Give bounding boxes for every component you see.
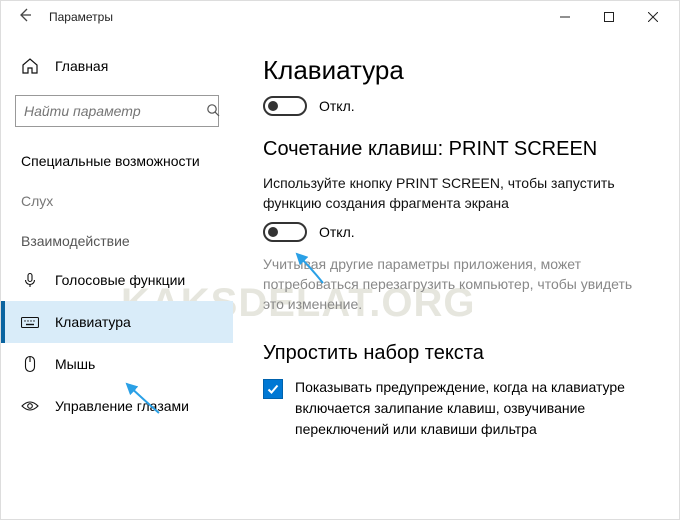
close-button[interactable] xyxy=(631,1,675,33)
checkbox-row-warning: Показывать предупреждение, когда на клав… xyxy=(263,377,649,440)
toggle-printscreen[interactable] xyxy=(263,222,307,242)
search-input[interactable] xyxy=(24,103,206,119)
sidebar-item-mouse[interactable]: Мышь xyxy=(1,343,233,385)
sidebar-item-eye-control[interactable]: Управление глазами xyxy=(1,385,233,427)
keyboard-icon xyxy=(21,313,39,331)
sidebar-item-label: Управление глазами xyxy=(55,398,189,414)
sidebar-section-accessibility: Специальные возможности xyxy=(1,139,233,179)
sidebar-item-speech[interactable]: Голосовые функции xyxy=(1,259,233,301)
checkbox-show-warning-label: Показывать предупреждение, когда на клав… xyxy=(295,377,649,440)
window-controls xyxy=(543,1,675,33)
sidebar-item-keyboard[interactable]: Клавиатура xyxy=(1,301,233,343)
printscreen-desc: Используйте кнопку PRINT SCREEN, чтобы з… xyxy=(263,173,649,214)
toggle-keyboard[interactable] xyxy=(263,96,307,116)
eye-icon xyxy=(21,397,39,415)
mouse-icon xyxy=(21,355,39,373)
search-input-wrap[interactable] xyxy=(15,95,219,127)
layout: KAKSDELAT.ORG Главная Специальные возмож… xyxy=(1,33,679,519)
sidebar: Главная Специальные возможности Слух Вза… xyxy=(1,33,233,519)
sidebar-home[interactable]: Главная xyxy=(1,51,233,81)
toggle-row-2: Откл. xyxy=(263,222,649,242)
sidebar-item-label: Клавиатура xyxy=(55,314,131,330)
checkbox-show-warning[interactable] xyxy=(263,379,283,399)
section-printscreen-title: Сочетание клавиш: PRINT SCREEN xyxy=(263,138,649,161)
printscreen-note: Учитывая другие параметры приложения, мо… xyxy=(263,254,649,315)
page-title: Клавиатура xyxy=(263,55,649,86)
window-title: Параметры xyxy=(45,10,543,24)
titlebar: Параметры xyxy=(1,1,679,33)
toggle-row-1: Откл. xyxy=(263,96,649,116)
minimize-button[interactable] xyxy=(543,1,587,33)
toggle-printscreen-state: Откл. xyxy=(319,224,355,240)
search-icon xyxy=(206,103,220,120)
back-button[interactable] xyxy=(5,7,45,28)
toggle-keyboard-state: Откл. xyxy=(319,98,355,114)
section-simplify-title: Упростить набор текста xyxy=(263,342,649,365)
sidebar-section-interaction: Взаимодействие xyxy=(1,219,233,259)
maximize-button[interactable] xyxy=(587,1,631,33)
mic-icon xyxy=(21,271,39,289)
sidebar-home-label: Главная xyxy=(55,58,108,74)
sidebar-item-label: Мышь xyxy=(55,356,95,372)
home-icon xyxy=(21,57,39,75)
sidebar-item-label: Голосовые функции xyxy=(55,272,185,288)
sidebar-section-hearing: Слух xyxy=(1,179,233,219)
content: Клавиатура Откл. Сочетание клавиш: PRINT… xyxy=(233,33,679,519)
